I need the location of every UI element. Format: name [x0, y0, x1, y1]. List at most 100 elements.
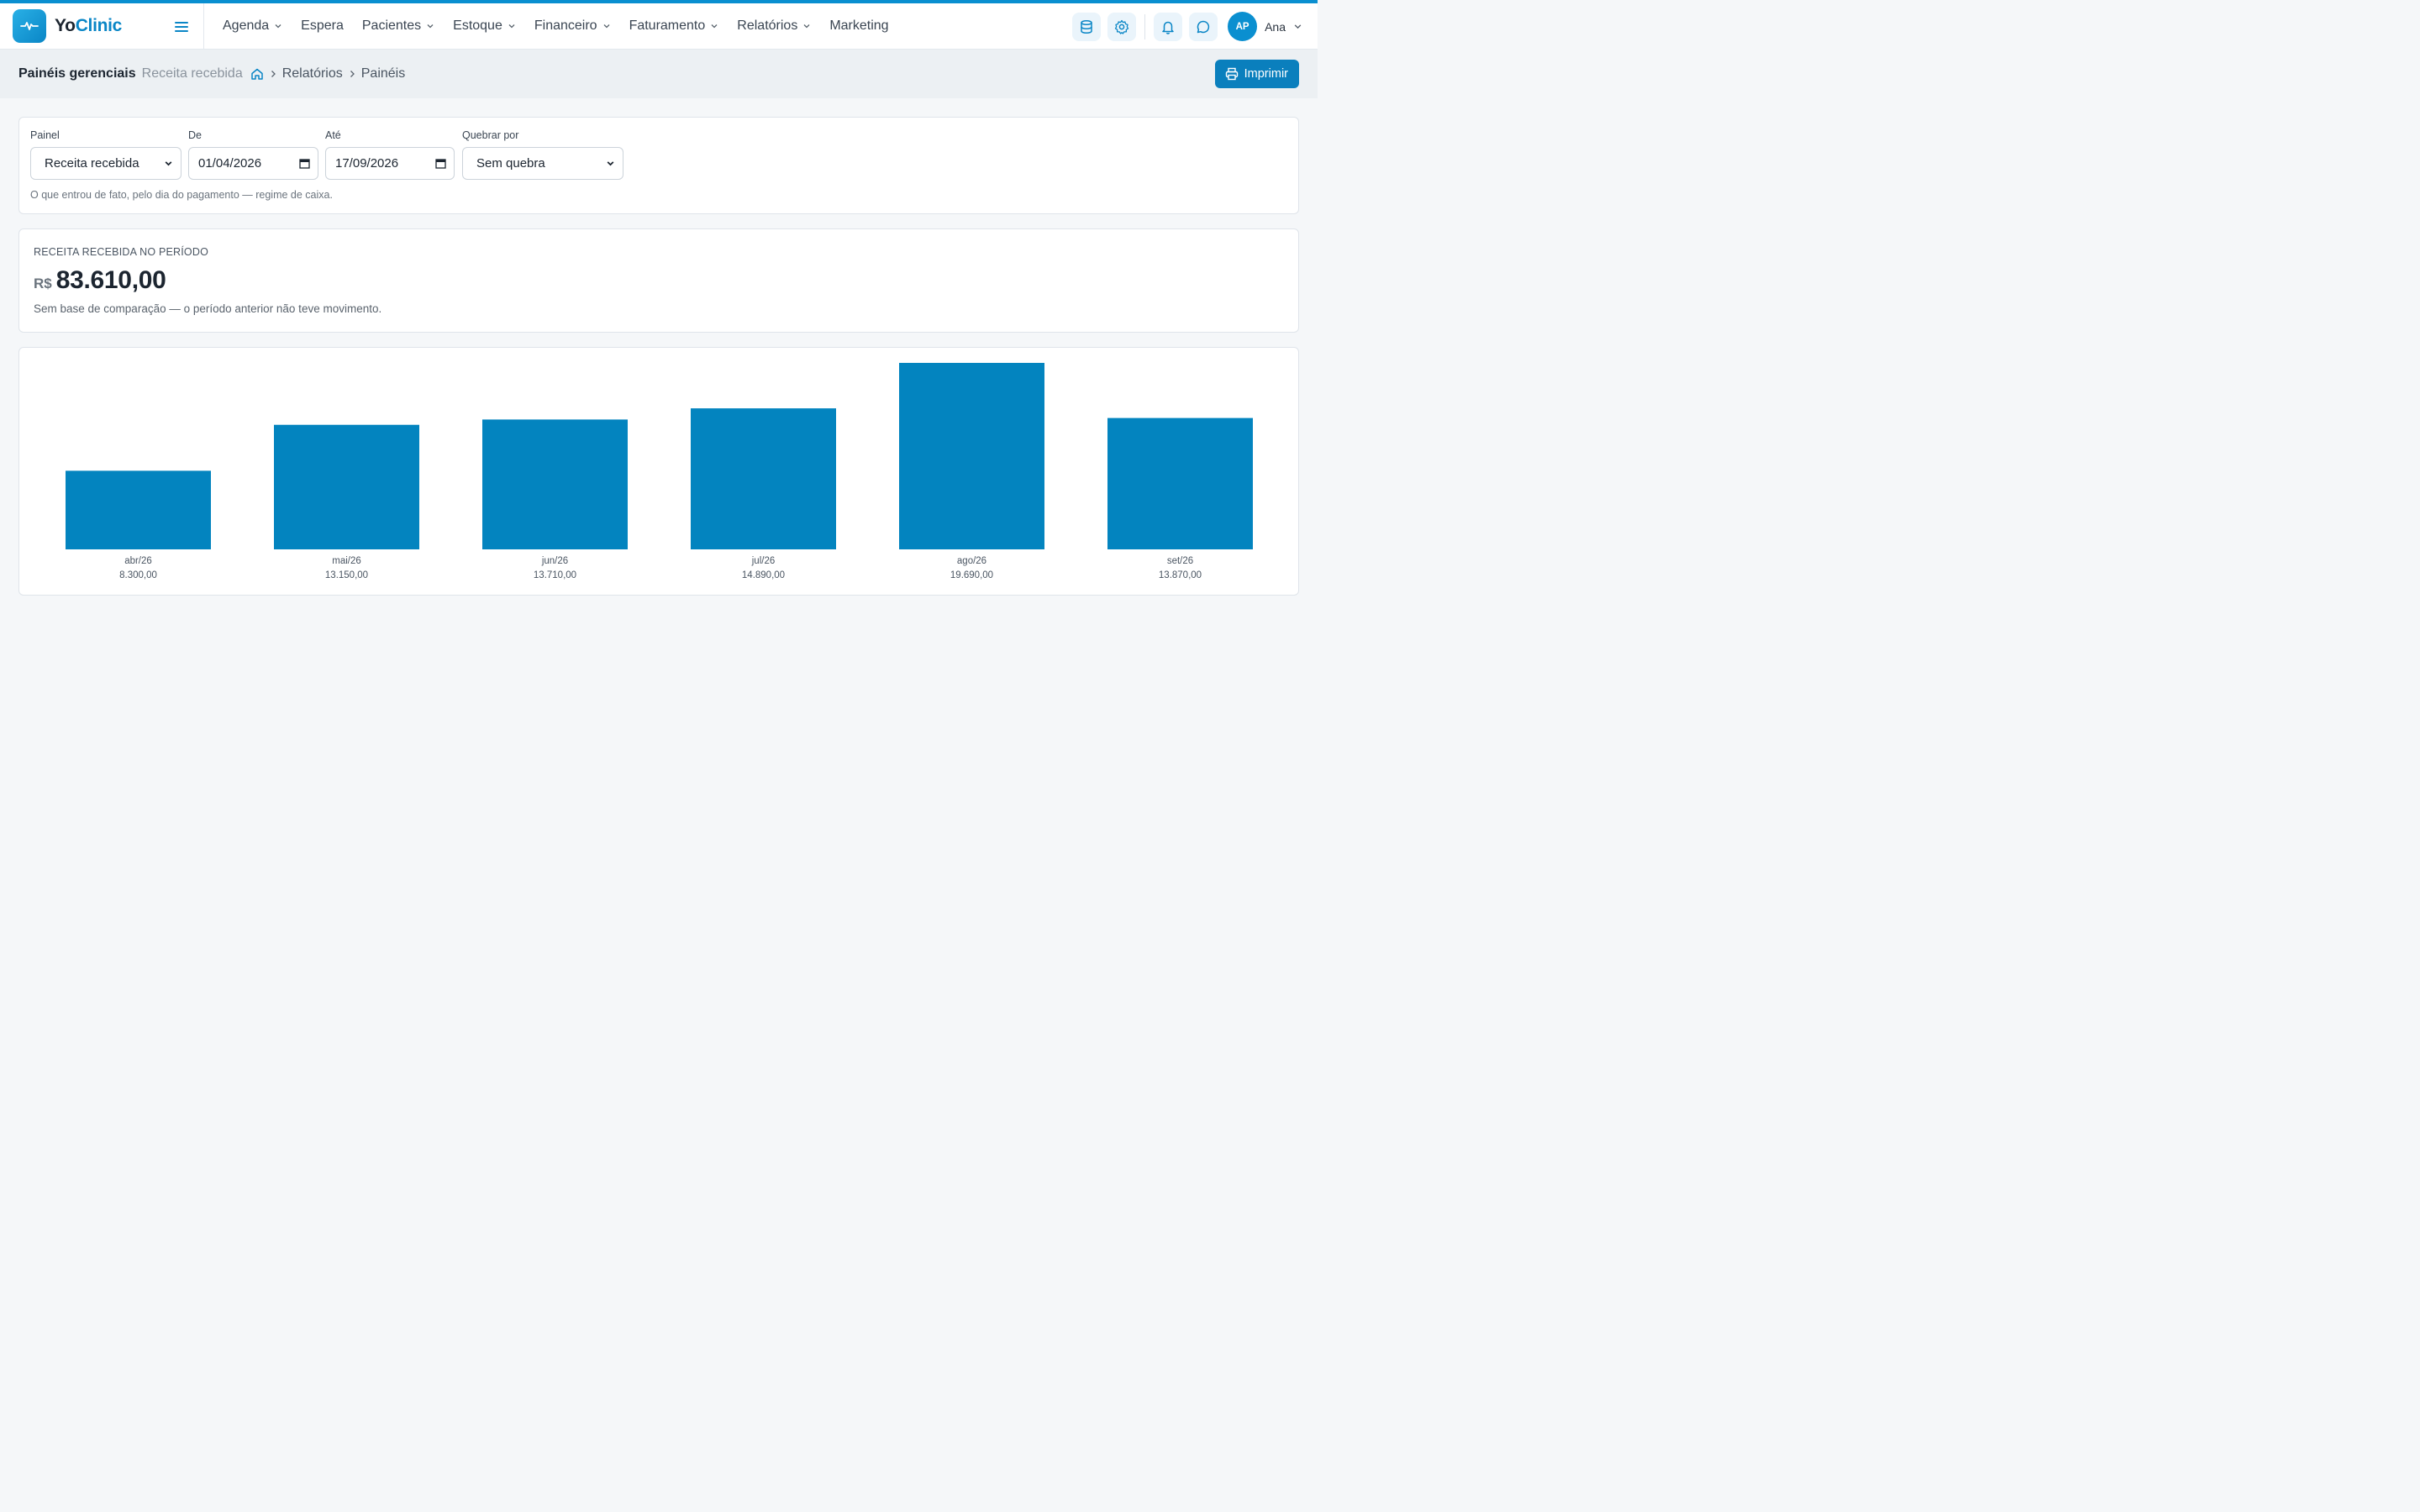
- x-tick-label: jul/26: [751, 556, 776, 566]
- chat-bubble-icon: [1197, 20, 1210, 33]
- menu-item-espera[interactable]: Espera: [301, 18, 344, 34]
- to-date-value: 17/09/2026: [335, 156, 399, 171]
- x-tick-label: ago/26: [957, 556, 986, 566]
- panel-select-value: Receita recebida: [45, 156, 139, 171]
- notifications-button[interactable]: [1154, 12, 1183, 41]
- kpi-note: Sem base de comparação — o período anter…: [34, 302, 382, 315]
- page-subtitle: Receita recebida: [141, 66, 243, 81]
- chevron-right-icon: [271, 71, 276, 77]
- kpi-card: RECEITA RECEBIDA NO PERÍODO R$ 83.610,00…: [18, 228, 1299, 333]
- gear-icon: [1114, 19, 1129, 34]
- navbar: YoClinic Agenda Espera Pacientes Estoque…: [0, 3, 1318, 50]
- kpi-value: R$ 83.610,00: [34, 266, 166, 295]
- menu-item-label: Relatórios: [737, 18, 798, 33]
- menu-item-financeiro[interactable]: Financeiro: [534, 18, 611, 34]
- menu-item-agenda[interactable]: Agenda: [223, 18, 282, 34]
- print-button[interactable]: Imprimir: [1214, 60, 1299, 88]
- kpi-label: RECEITA RECEBIDA NO PERÍODO: [34, 246, 208, 258]
- menu-item-label: Espera: [301, 18, 344, 33]
- chevron-down-icon: [711, 24, 718, 29]
- calendar-icon[interactable]: [299, 158, 310, 169]
- filters-hint: O que entrou de fato, pelo dia do pagame…: [30, 189, 333, 201]
- menu-item-relatorios[interactable]: Relatórios: [737, 18, 811, 34]
- database-icon: [1081, 19, 1092, 34]
- calendar-icon[interactable]: [435, 158, 446, 169]
- chevron-down-icon: [275, 24, 281, 29]
- navbar-divider: [1144, 13, 1146, 39]
- bar-value-label: 13.150,00: [325, 570, 368, 580]
- kpi-amount: 83.610,00: [55, 266, 166, 294]
- bar-value-label: 19.690,00: [950, 570, 993, 580]
- bar-set/26: [1107, 417, 1253, 549]
- revenue-bar-chart: abr/26 8.300,00 mai/26 13.150,00 jun/26 13.71…: [66, 363, 1253, 580]
- chevron-down-icon: [603, 24, 610, 29]
- chevron-down-icon[interactable]: [1293, 22, 1302, 31]
- from-date-value: 01/04/2026: [198, 156, 262, 171]
- breadcrumb-relatorios[interactable]: Relatórios: [282, 66, 343, 81]
- messages-button[interactable]: [1189, 12, 1218, 41]
- bar-jun/26: [482, 419, 628, 549]
- bar-ago/26: [899, 363, 1044, 549]
- menu-item-faturamento[interactable]: Faturamento: [629, 18, 719, 34]
- break-by-select-value: Sem quebra: [476, 156, 545, 171]
- user-name[interactable]: Ana: [1265, 20, 1286, 34]
- avatar[interactable]: AP: [1228, 12, 1258, 41]
- chevron-down-icon: [607, 161, 614, 166]
- menu-item-estoque[interactable]: Estoque: [453, 18, 516, 34]
- break-by-select[interactable]: Sem quebra: [462, 147, 623, 180]
- brand-name-part2: Clinic: [75, 16, 123, 35]
- page-title: Painéis gerenciais: [18, 66, 136, 81]
- database-button[interactable]: [1072, 12, 1102, 41]
- bar-value-label: 14.890,00: [742, 570, 785, 580]
- chevron-down-icon: [803, 24, 810, 29]
- main-menu: Agenda Espera Pacientes Estoque Financei…: [223, 3, 908, 50]
- menu-item-label: Marketing: [829, 18, 889, 33]
- bar-value-label: 13.870,00: [1159, 570, 1202, 580]
- bar-value-label: 13.710,00: [534, 570, 576, 580]
- chevron-right-icon: [350, 71, 355, 77]
- menu-item-marketing[interactable]: Marketing: [829, 18, 888, 34]
- home-icon[interactable]: [250, 67, 264, 81]
- bar-value-label: 8.300,00: [119, 570, 157, 580]
- chevron-down-icon: [427, 24, 434, 29]
- to-date-input[interactable]: 17/09/2026: [325, 147, 455, 180]
- bar-jul/26: [691, 408, 836, 549]
- from-date-label: De: [188, 129, 202, 141]
- brand-name: YoClinic: [55, 16, 122, 36]
- printer-icon: [1225, 67, 1238, 81]
- to-date-label: Até: [325, 129, 341, 141]
- hamburger-menu-icon[interactable]: [172, 18, 191, 36]
- settings-button[interactable]: [1107, 12, 1137, 41]
- x-tick-label: abr/26: [124, 556, 152, 566]
- kpi-currency: R$: [34, 276, 52, 291]
- menu-item-label: Faturamento: [629, 18, 706, 33]
- brand[interactable]: YoClinic: [0, 3, 204, 50]
- pulse-logo-icon: [13, 9, 46, 43]
- menu-item-label: Agenda: [223, 18, 270, 33]
- bar-abr/26: [66, 470, 211, 549]
- from-date-input[interactable]: 01/04/2026: [188, 147, 318, 180]
- x-tick-label: mai/26: [332, 556, 361, 566]
- revenue-chart-card: abr/26 8.300,00 mai/26 13.150,00 jun/26 13.71…: [18, 347, 1299, 596]
- menu-item-label: Financeiro: [534, 18, 597, 33]
- brand-name-part1: Yo: [55, 16, 76, 35]
- panel-label: Painel: [30, 129, 60, 141]
- menu-item-label: Pacientes: [361, 18, 422, 33]
- break-by-label: Quebrar por: [462, 129, 519, 141]
- print-button-label: Imprimir: [1244, 67, 1288, 81]
- menu-item-pacientes[interactable]: Pacientes: [362, 18, 434, 34]
- menu-item-label: Estoque: [453, 18, 502, 33]
- x-tick-label: jun/26: [541, 556, 568, 566]
- panel-select[interactable]: Receita recebida: [30, 147, 182, 180]
- bell-icon: [1162, 21, 1174, 34]
- navbar-actions: AP Ana: [1072, 3, 1318, 50]
- break-by-field: Quebrar por Sem quebra: [462, 129, 623, 180]
- from-date-field: De 01/04/2026: [188, 129, 318, 180]
- bar-mai/26: [274, 424, 419, 549]
- chevron-down-icon: [165, 161, 172, 166]
- to-date-field: Até 17/09/2026: [325, 129, 455, 180]
- breadcrumb-paineis: Painéis: [360, 66, 406, 81]
- chevron-down-icon: [508, 24, 515, 29]
- x-tick-label: set/26: [1167, 556, 1193, 566]
- page-header: Painéis gerenciais Receita recebida Rela…: [0, 50, 1318, 98]
